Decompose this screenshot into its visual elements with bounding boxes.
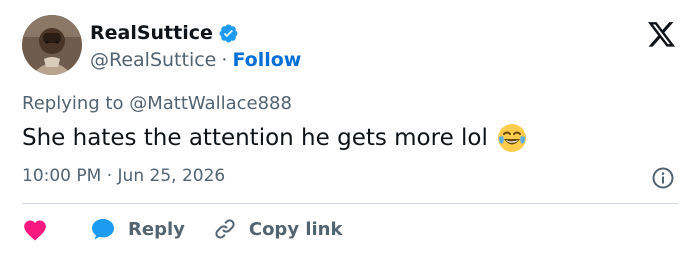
- info-icon[interactable]: [651, 166, 675, 190]
- timestamp-time: 10:00 PM: [22, 166, 102, 186]
- timestamp-separator: ·: [106, 166, 113, 186]
- timestamp-date: Jun 25, 2026: [117, 166, 226, 186]
- embedded-tweet-card: RealSuttice @RealSuttice · Follow Replyi…: [0, 0, 700, 256]
- copy-link-button[interactable]: Copy link: [213, 217, 343, 241]
- handle-separator: ·: [221, 49, 228, 71]
- reply-context-prefix: Replying to: [22, 93, 124, 114]
- like-button[interactable]: [22, 217, 48, 241]
- tweet-body: She hates the attention he gets more lol: [22, 122, 528, 154]
- author-name-row: RealSuttice: [90, 20, 239, 46]
- avatar[interactable]: [22, 15, 82, 75]
- avatar-photo-icon: [22, 15, 82, 75]
- tweet-timestamp[interactable]: 10:00 PM · Jun 25, 2026: [22, 166, 225, 186]
- x-logo-icon[interactable]: [648, 22, 676, 48]
- copy-link-label: Copy link: [248, 218, 343, 240]
- face-with-tears-of-joy-icon: [496, 122, 528, 154]
- action-bar: Reply Copy link: [22, 214, 342, 244]
- reply-mention-link[interactable]: @MattWallace888: [129, 93, 292, 114]
- speech-bubble-icon: [90, 217, 116, 241]
- tweet-text: She hates the attention he gets more lol: [22, 125, 488, 151]
- link-icon: [213, 217, 237, 241]
- heart-icon: [22, 217, 48, 241]
- verified-badge-icon: [218, 23, 239, 44]
- follow-button[interactable]: Follow: [232, 49, 301, 71]
- author-display-name[interactable]: RealSuttice: [90, 22, 213, 44]
- reply-button[interactable]: Reply: [90, 217, 185, 241]
- reply-label: Reply: [128, 218, 185, 240]
- divider: [22, 203, 678, 204]
- author-handle-row: @RealSuttice · Follow: [90, 47, 301, 73]
- reply-context: Replying to @MattWallace888: [22, 93, 292, 114]
- author-handle[interactable]: @RealSuttice: [90, 49, 216, 71]
